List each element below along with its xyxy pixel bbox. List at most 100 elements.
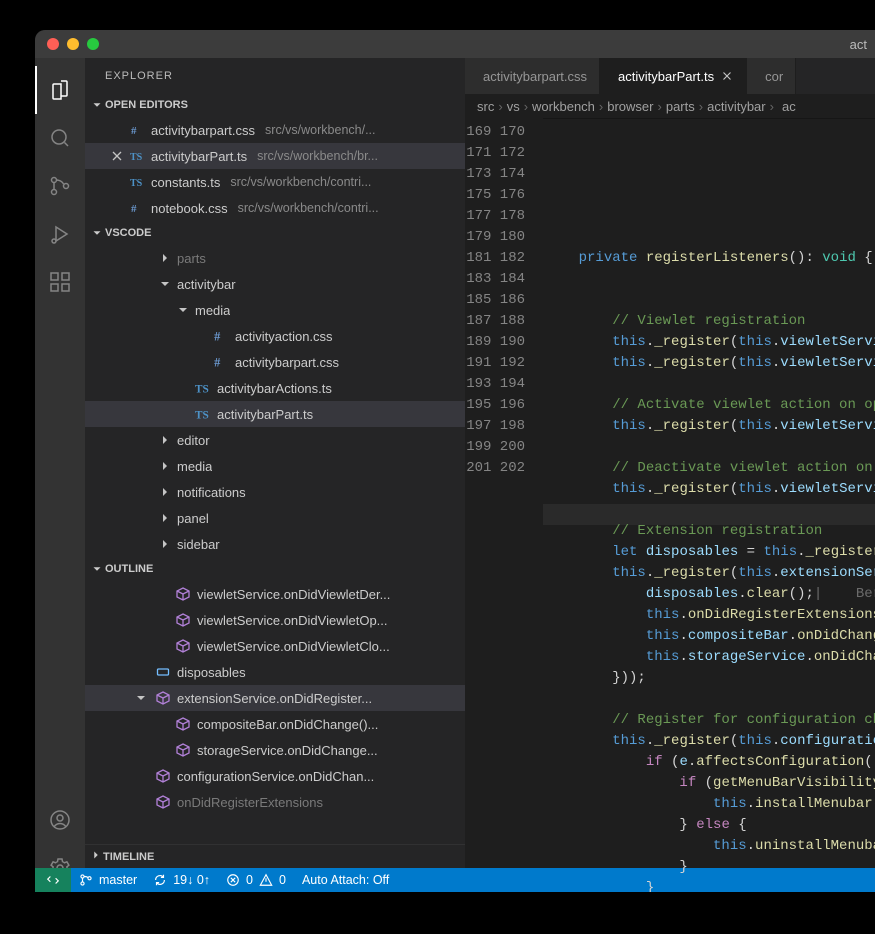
outline-item[interactable]: storageService.onDidChange... [85,737,465,763]
zoom-window-button[interactable] [87,38,99,50]
explorer-icon[interactable] [35,66,85,114]
breadcrumb-item[interactable]: TSac [778,99,796,114]
folder-tree-item[interactable]: notifications [85,479,465,505]
editor-window: act [35,30,875,892]
svg-text:TS: TS [195,410,209,422]
close-editor-icon[interactable] [109,148,125,164]
close-tab-icon[interactable] [720,69,734,83]
tree-item-label: activitybar [177,277,236,292]
tab-label: cor [765,69,783,84]
traffic-lights [47,38,99,50]
breadcrumb-item[interactable]: src › [477,99,503,114]
file-tree-item[interactable]: #activitybarpart.css [85,349,465,375]
error-icon [226,873,240,887]
chevron-down-icon [89,226,105,240]
outline-header[interactable]: OUTLINE [85,557,465,581]
ts-file-icon: TS [129,148,147,164]
extensions-icon[interactable] [35,258,85,306]
css-file-icon: # [129,122,147,138]
tree-item-label: activitybarpart.css [235,355,339,370]
source-control-icon[interactable] [35,162,85,210]
open-editor-name: activitybarPart.ts [151,149,247,164]
run-debug-icon[interactable] [35,210,85,258]
editor-tab[interactable]: TSactivitybarPart.ts [600,58,747,94]
method-symbol-icon [175,638,191,654]
remote-indicator[interactable] [35,868,71,892]
editor-group: #activitybarpart.cssTSactivitybarPart.ts… [465,58,875,892]
chevron-right-icon [157,432,173,448]
sync-icon [153,873,167,887]
code-content[interactable]: private registerListeners(): void { // V… [543,118,875,892]
outline-item[interactable]: viewletService.onDidViewletOp... [85,607,465,633]
outline-item[interactable]: onDidRegisterExtensions [85,789,465,815]
open-editors-section: OPEN EDITORS #activitybarpart.csssrc/vs/… [85,93,465,221]
breadcrumb-label: src [477,99,494,114]
svg-text:#: # [214,330,221,344]
css-file-icon: # [129,200,147,216]
outline-item[interactable]: configurationService.onDidChan... [85,763,465,789]
folder-tree-item[interactable]: sidebar [85,531,465,557]
open-editors-header[interactable]: OPEN EDITORS [85,93,465,117]
outline-item[interactable]: viewletService.onDidViewletDer... [85,581,465,607]
search-icon[interactable] [35,114,85,162]
outline-item[interactable]: extensionService.onDidRegister... [85,685,465,711]
outline-item[interactable]: disposables [85,659,465,685]
tree-item-label: media [177,459,212,474]
editor-tab[interactable]: TScor [747,58,796,94]
open-editor-item[interactable]: #notebook.csssrc/vs/workbench/contri... [85,195,465,221]
open-editor-path: src/vs/workbench/... [265,123,375,137]
file-tree-item[interactable]: TSactivitybarActions.ts [85,375,465,401]
auto-attach-status[interactable]: Auto Attach: Off [294,868,397,892]
timeline-label: TIMELINE [103,851,154,863]
open-editor-item[interactable]: TSconstants.tssrc/vs/workbench/contri... [85,169,465,195]
outline-item-label: extensionService.onDidRegister... [177,691,372,706]
tab-label: activitybarpart.css [483,69,587,84]
chevron-right-icon: › [658,99,662,114]
file-tree-item[interactable]: TSactivitybarPart.ts [85,401,465,427]
activity-bar [35,58,85,892]
git-branch-icon [79,873,93,887]
method-symbol-icon [155,690,171,706]
breadcrumb-item[interactable]: activitybar › [707,99,774,114]
workspace-header[interactable]: VSCODE [85,221,465,245]
titlebar[interactable]: act [35,30,875,58]
git-sync-status[interactable]: 19↓ 0↑ [145,868,218,892]
breadcrumb-item[interactable]: workbench › [532,99,603,114]
sidebar-title: EXPLORER [85,58,465,93]
folder-tree-item[interactable]: parts [85,245,465,271]
accounts-icon[interactable] [35,796,85,844]
outline-item[interactable]: viewletService.onDidViewletClo... [85,633,465,659]
folder-tree-item[interactable]: editor [85,427,465,453]
problems-status[interactable]: 0 0 [218,868,294,892]
breadcrumb-item[interactable]: vs › [507,99,528,114]
minimize-window-button[interactable] [67,38,79,50]
folder-tree-item[interactable]: panel [85,505,465,531]
chevron-right-icon: › [498,99,502,114]
git-branch-status[interactable]: master [71,868,145,892]
open-editor-item[interactable]: #activitybarpart.csssrc/vs/workbench/... [85,117,465,143]
workspace-section: VSCODE partsactivitybarmedia#activityact… [85,221,465,557]
open-editor-item[interactable]: TSactivitybarPart.tssrc/vs/workbench/br.… [85,143,465,169]
workspace-label: VSCODE [105,227,151,239]
editor-tab[interactable]: #activitybarpart.css [465,58,600,94]
chevron-right-icon [157,458,173,474]
chevron-down-icon [89,98,105,112]
tree-item-label: parts [177,251,206,266]
outline-item[interactable]: compositeBar.onDidChange()... [85,711,465,737]
folder-tree-item[interactable]: media [85,297,465,323]
breadcrumbs[interactable]: src › vs › workbench › browser › parts ›… [465,94,875,118]
folder-tree-item[interactable]: activitybar [85,271,465,297]
tree-item-label: sidebar [177,537,220,552]
outline-item-label: viewletService.onDidViewletDer... [197,587,390,602]
method-symbol-icon [175,742,191,758]
file-tree-item[interactable]: #activityaction.css [85,323,465,349]
breadcrumb-item[interactable]: parts › [666,99,703,114]
svg-text:#: # [131,203,137,215]
code-editor[interactable]: 169 170 171 172 173 174 175 176 177 178 … [465,118,875,892]
chevron-right-icon: › [770,99,774,114]
close-window-button[interactable] [47,38,59,50]
breadcrumb-item[interactable]: browser › [607,99,662,114]
folder-tree-item[interactable]: media [85,453,465,479]
timeline-header[interactable]: TIMELINE [85,844,465,868]
warning-count: 0 [279,873,286,887]
